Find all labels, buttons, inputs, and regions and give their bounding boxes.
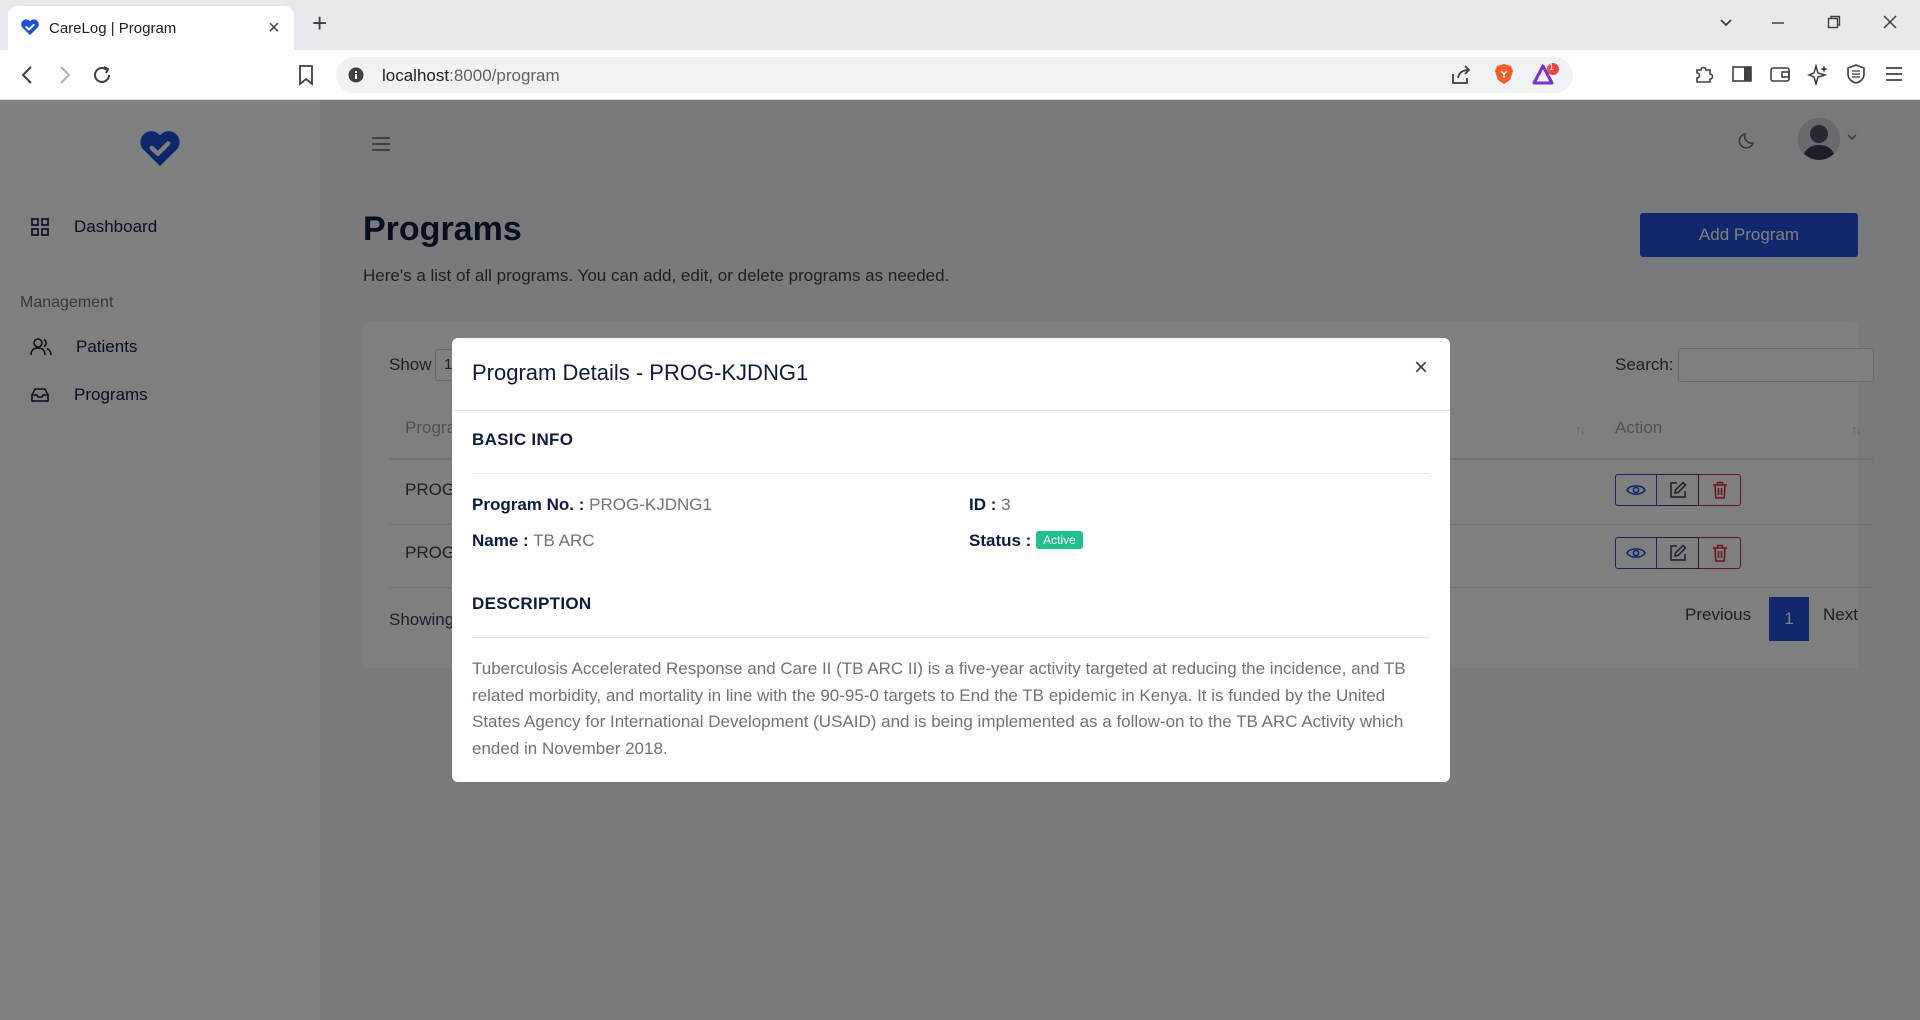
description-heading: DESCRIPTION (472, 594, 592, 613)
modal-title: Program Details - PROG-KJDNG1 (472, 360, 809, 385)
field-value: 3 (1001, 495, 1011, 514)
bookmark-icon[interactable] (296, 63, 316, 87)
section-divider (472, 637, 1430, 638)
tab-search-icon[interactable] (1718, 14, 1734, 30)
program-number-field: Program No. : PROG-KJDNG1 (472, 495, 712, 515)
field-label: Name : (472, 531, 529, 550)
section-divider (472, 473, 1430, 474)
program-details-modal: Program Details - PROG-KJDNG1 × BASIC IN… (452, 338, 1450, 782)
address-bar[interactable]: localhost:8000/program 1 (336, 57, 1573, 93)
restore-icon[interactable] (1826, 14, 1842, 30)
extensions-icon[interactable] (1693, 63, 1715, 85)
brave-rewards-icon[interactable] (1532, 63, 1560, 87)
menu-icon[interactable] (1883, 63, 1905, 85)
browser-tab-bar: CareLog | Program × + (0, 0, 1920, 50)
leo-ai-icon[interactable] (1807, 63, 1829, 85)
back-icon[interactable] (18, 63, 38, 87)
field-label: Status : (969, 531, 1032, 550)
close-icon[interactable]: × (1414, 356, 1428, 380)
new-tab-icon[interactable]: + (312, 10, 327, 36)
field-label: ID : (969, 495, 997, 514)
browser-toolbar: localhost:8000/program 1 (0, 50, 1920, 100)
reload-icon[interactable] (90, 63, 114, 87)
vpn-shield-icon[interactable] (1845, 63, 1867, 85)
tab-title: CareLog | Program (49, 20, 177, 37)
status-badge: Active (1036, 531, 1083, 549)
share-icon[interactable] (1450, 65, 1472, 85)
forward-icon[interactable] (54, 63, 74, 87)
status-field: Status : Active (969, 531, 1083, 551)
name-field: Name : TB ARC (472, 531, 595, 551)
basic-info-heading: BASIC INFO (472, 430, 574, 449)
brave-shield-icon[interactable] (1494, 63, 1514, 85)
site-info-icon[interactable] (348, 67, 364, 83)
field-value: PROG-KJDNG1 (589, 495, 712, 514)
wallet-icon[interactable] (1769, 63, 1791, 85)
close-tab-icon[interactable]: × (268, 18, 280, 38)
heart-check-icon (20, 18, 40, 36)
modal-header: Program Details - PROG-KJDNG1 × (452, 338, 1450, 411)
url-text: localhost:8000/program (382, 66, 560, 85)
id-field: ID : 3 (969, 495, 1011, 515)
program-description: Tuberculosis Accelerated Response and Ca… (472, 659, 1406, 758)
browser-tab[interactable]: CareLog | Program × (8, 6, 294, 50)
sidebar-toggle-icon[interactable] (1731, 63, 1753, 85)
minimize-icon[interactable] (1770, 14, 1786, 30)
field-value: TB ARC (533, 531, 595, 550)
rewards-badge-count: 1 (1549, 62, 1555, 72)
field-label: Program No. : (472, 495, 585, 514)
close-window-icon[interactable] (1882, 14, 1898, 30)
